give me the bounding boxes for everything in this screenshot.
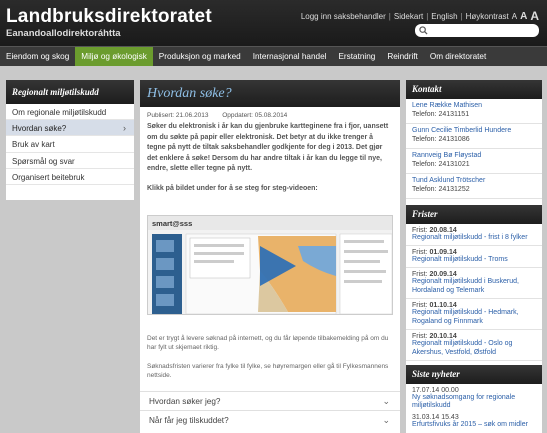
site-subtitle: Eanandoallodirektoráhtta — [6, 28, 121, 39]
lead-paragraph: Søker du elektronisk i år kan du gjenbru… — [147, 123, 389, 172]
search-input[interactable] — [415, 24, 539, 37]
deadline-label: Frist: — [412, 271, 428, 278]
font-size-large[interactable]: A — [530, 9, 539, 23]
contact-heading: Kontakt — [406, 80, 542, 99]
sub-nav-item[interactable]: Spørsmål og svar — [6, 153, 134, 169]
sub-nav-item[interactable]: Organisert beitebruk — [6, 169, 134, 185]
news-date: 31.03.14 15.43 — [412, 413, 459, 421]
video-thumbnail[interactable]: smart@sss — [147, 215, 393, 315]
english-link[interactable]: English — [431, 12, 457, 21]
deadline-date: 01.09.14 — [429, 249, 457, 256]
deadline-link[interactable]: Regionalt miljøtilskudd - Hedmark, Rogal… — [412, 309, 542, 326]
video-brand: smart@sss — [152, 219, 192, 228]
nav-produksjon[interactable]: Produksjon og marked — [153, 47, 247, 66]
sub-nav-label: Hvordan søke? — [12, 124, 67, 134]
contact-name[interactable]: Gunn Cecilie Timberlid Hundere — [412, 127, 542, 134]
nav-om[interactable]: Om direktoratet — [424, 47, 492, 66]
separator: | — [388, 11, 391, 21]
font-size-small[interactable]: A — [512, 12, 517, 21]
contact-item: Rannveig Bø Fløystad Telefon: 24131021 — [406, 149, 542, 174]
deadline-date: 20.09.14 — [429, 271, 457, 278]
deadline-date: 20.08.14 — [429, 227, 457, 234]
sub-nav-item[interactable]: Om regionale miljøtilskudd — [6, 104, 134, 121]
deadline-item: Frist: 20.09.14 Regionalt miljøtilskudd … — [406, 268, 542, 299]
sub-nav-heading: Regionalt miljøtilskudd — [6, 80, 134, 104]
deadline-label: Frist: — [412, 227, 428, 234]
main-content: Hvordan søke? Publisert: 21.06.2013 Oppd… — [140, 80, 400, 433]
nav-erstatning[interactable]: Erstatning — [332, 47, 381, 66]
nav-miljo[interactable]: Miljø og økologisk — [75, 47, 153, 66]
contact-phone: Telefon: 24131086 — [412, 136, 470, 143]
right-sidebar: Kontakt Lene Række Mathisen Telefon: 241… — [406, 80, 542, 433]
contact-name[interactable]: Rannveig Bø Fløystad — [412, 152, 542, 159]
sub-nav-item[interactable]: Bruk av kart — [6, 136, 134, 153]
contact-name[interactable]: Lene Række Mathisen — [412, 102, 542, 109]
deadline-item: Frist: 20.10.14 Regionalt miljøtilskudd … — [406, 330, 542, 361]
deadline-link[interactable]: Regionalt miljøtilskudd - frist i 8 fylk… — [412, 234, 542, 243]
article-dates: Publisert: 21.06.2013 Oppdatert: 05.08.2… — [140, 107, 400, 119]
chevron-right-icon: › — [123, 123, 126, 134]
utility-links: Logg inn saksbehandler | Sidekart | Engl… — [301, 9, 539, 23]
published-date: Publisert: 21.06.2013 — [147, 112, 209, 119]
deadline-label: Frist: — [412, 249, 428, 256]
faq-item[interactable]: Når får jeg tilskuddet? ⌄ — [140, 410, 400, 429]
faq-label: Hvordan søker jeg? — [149, 397, 221, 406]
font-size-medium[interactable]: A — [520, 11, 527, 22]
nav-eiendom[interactable]: Eiendom og skog — [0, 47, 75, 66]
play-icon[interactable] — [258, 244, 298, 288]
high-contrast-link[interactable]: Høykontrast — [466, 12, 509, 21]
contact-phone: Telefon: 24131021 — [412, 161, 470, 168]
deadline-item: Frist: 01.10.14 Regionalt miljøtilskudd … — [406, 299, 542, 330]
news-heading: Siste nyheter — [406, 365, 542, 384]
deadline-link[interactable]: Regionalt miljøtilskudd - Troms — [412, 256, 542, 265]
updated-date: Oppdatert: 05.08.2014 — [222, 112, 288, 119]
news-item: 17.07.14 00.00 Ny søknadsomgang for regi… — [406, 384, 542, 411]
contact-item: Gunn Cecilie Timberlid Hundere Telefon: … — [406, 124, 542, 149]
deadline-link[interactable]: Regionalt miljøtilskudd i Buskerud, Hord… — [412, 278, 542, 295]
news-date: 17.07.14 00.00 — [412, 387, 459, 394]
contact-phone: Telefon: 24131252 — [412, 186, 470, 193]
deadline-link[interactable]: Regionalt miljøtilskudd - Oslo og Akersh… — [412, 340, 542, 357]
main-nav: Eiendom og skog Miljø og økologisk Produ… — [0, 46, 547, 66]
separator: | — [460, 11, 463, 21]
news-link[interactable]: Ny søknadsomgang for regionale miljøtils… — [412, 394, 542, 411]
faq-item[interactable]: Hvordan søker jeg? ⌄ — [140, 391, 400, 410]
news-link[interactable]: Erfurtsfivuks år 2015 – søk om midler — [412, 421, 542, 429]
deadline-label: Frist: — [412, 302, 428, 309]
login-link[interactable]: Logg inn saksbehandler — [301, 12, 386, 21]
site-title[interactable]: Landbruksdirektoratet — [6, 6, 212, 28]
sub-nav: Regionalt miljøtilskudd Om regionale mil… — [6, 80, 134, 200]
site-header: Landbruksdirektoratet Eanandoallodirekto… — [0, 0, 547, 46]
contact-item: Lene Række Mathisen Telefon: 24131151 — [406, 99, 542, 124]
deadline-item: Frist: 20.08.14 Regionalt miljøtilskudd … — [406, 224, 542, 246]
deadlines-heading: Frister — [406, 205, 542, 224]
page: Landbruksdirektoratet Eanandoallodirekto… — [0, 0, 547, 433]
deadline-label: Frist: — [412, 333, 428, 340]
deadline-item: Frist: 01.09.14 Regionalt miljøtilskudd … — [406, 246, 542, 268]
sitemap-link[interactable]: Sidekart — [394, 12, 423, 21]
deadline-date: 20.10.14 — [429, 333, 457, 340]
sub-nav-item-active[interactable]: Hvordan søke? › — [6, 120, 134, 137]
nav-handel[interactable]: Internasjonal handel — [247, 47, 333, 66]
news-item: 31.03.14 15.43 Erfurtsfivuks år 2015 – s… — [406, 411, 542, 429]
contact-phone: Telefon: 24131151 — [412, 111, 470, 118]
nav-reindrift[interactable]: Reindrift — [381, 47, 424, 66]
body-paragraph-2: Søknadsfristen varierer fra fylke til fy… — [147, 363, 389, 379]
page-title: Hvordan søke? — [140, 80, 400, 107]
faq-label: Når får jeg tilskuddet? — [149, 416, 229, 425]
chevron-down-icon: ⌄ — [382, 415, 390, 425]
video-caption: Klikk på bildet under for å se steg for … — [147, 184, 318, 192]
search-icon[interactable] — [419, 26, 428, 35]
contact-item: Tund Asklund Trötscher Telefon: 24131252 — [406, 174, 542, 199]
contact-name[interactable]: Tund Asklund Trötscher — [412, 177, 542, 184]
deadline-date: 01.10.14 — [429, 302, 457, 309]
chevron-down-icon: ⌄ — [382, 396, 390, 406]
body-paragraph-1: Det er trygt å levere søknad på internet… — [147, 335, 389, 351]
separator: | — [426, 11, 429, 21]
